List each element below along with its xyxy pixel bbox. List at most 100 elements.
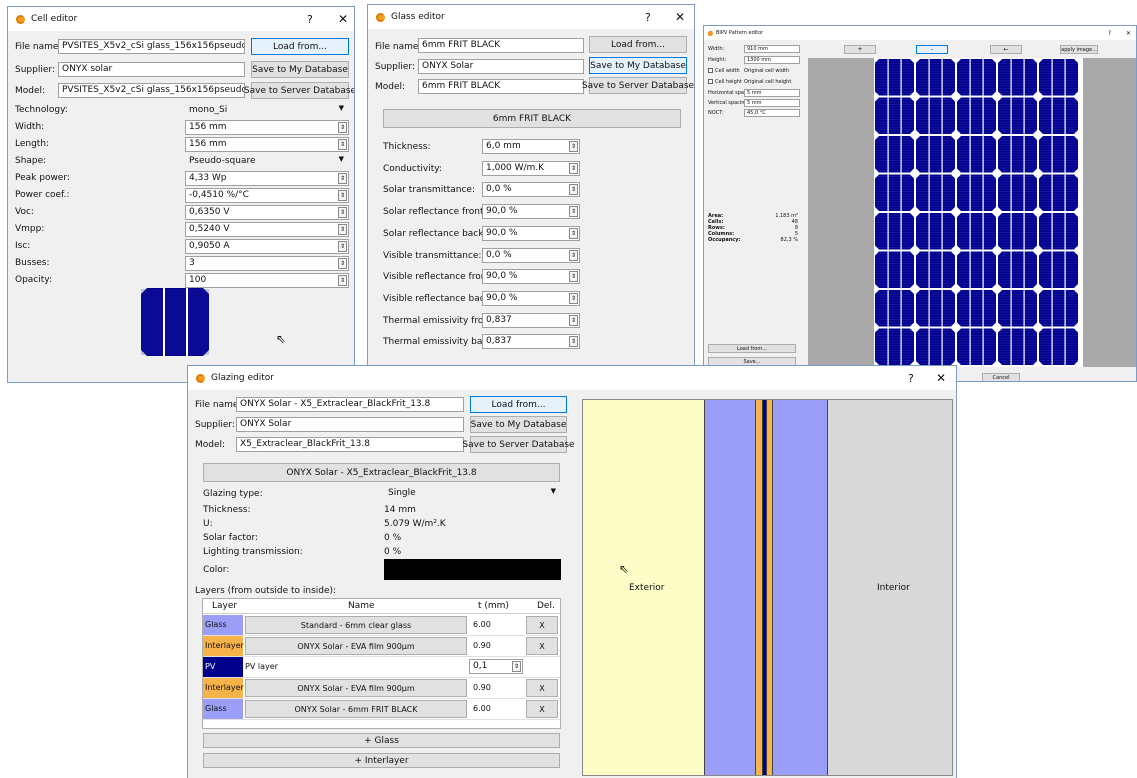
glazing-name-button[interactable]: ONYX Solar - X5_Extraclear_BlackFrit_13.… [203, 463, 560, 482]
close-icon[interactable]: ✕ [338, 12, 348, 26]
property-field[interactable]: 156 mm ⇕ [185, 120, 349, 135]
help-button[interactable]: ? [1108, 30, 1111, 37]
property-field[interactable]: 6,0 mm ⇕ [482, 139, 580, 154]
property-dropdown[interactable]: mono_Si ▼ [185, 103, 349, 118]
layer-name-cell[interactable]: PV layer [245, 662, 278, 671]
glass-editor-titlebar: Glass editor ? ✕ [368, 5, 694, 29]
close-icon[interactable]: ✕ [936, 371, 946, 385]
spinner-arrows-icon[interactable]: ⇕ [338, 224, 347, 235]
cancel-button[interactable]: Cancel [982, 373, 1020, 381]
spinner-arrows-icon[interactable]: ⇕ [338, 275, 347, 286]
model-field[interactable]: 6mm FRIT BLACK [418, 79, 584, 94]
layer-name-button[interactable]: Standard - 6mm clear glass [245, 616, 467, 634]
supplier-field[interactable]: ONYX Solar [236, 417, 464, 432]
spinner-arrows-icon[interactable]: ⇕ [569, 141, 578, 152]
layer-name-button[interactable]: ONYX Solar - EVA film 900µm [245, 637, 467, 655]
supplier-field[interactable]: ONYX solar [58, 62, 245, 77]
width-field[interactable]: 910 mm [744, 45, 800, 53]
file-name-field[interactable]: PVSITES_X5v2_cSi glass_156x156pseudo [58, 39, 245, 54]
save-my-database-button[interactable]: Save to My Database [470, 416, 567, 433]
load-from-button[interactable]: Load from... [708, 344, 796, 353]
layer-thickness-field[interactable]: 0,1 ⇕ [469, 659, 523, 674]
spinner-arrows-icon[interactable]: ⇕ [338, 122, 347, 133]
help-button[interactable]: ? [908, 372, 914, 385]
layer-name-button[interactable]: ONYX Solar - 6mm FRIT BLACK [245, 700, 467, 718]
spinner-arrows-icon[interactable]: ⇕ [569, 314, 578, 326]
load-from-button[interactable]: Load from... [589, 36, 687, 53]
spinner-arrows-icon[interactable]: ⇕ [338, 241, 347, 252]
pv-cell [1035, 247, 1082, 292]
add-interlayer-button[interactable]: + Interlayer [203, 753, 560, 768]
add-glass-button[interactable]: + Glass [203, 733, 560, 748]
save-my-database-button[interactable]: Save to My Database [251, 61, 349, 78]
property-field[interactable]: 156 mm ⇕ [185, 137, 349, 152]
spinner-arrows-icon[interactable]: ⇕ [338, 139, 347, 150]
model-field[interactable]: X5_Extraclear_BlackFrit_13.8 [236, 437, 464, 452]
property-field[interactable]: 90,0 % ⇕ [482, 269, 580, 285]
property-field[interactable]: 0,9050 A ⇕ [185, 239, 349, 254]
property-field[interactable]: 100 ⇕ [185, 273, 349, 288]
vertical-spacing-field[interactable]: 5 mm [744, 99, 800, 107]
spinner-arrows-icon[interactable]: ⇕ [569, 227, 578, 239]
load-from-button[interactable]: Load from... [251, 38, 349, 55]
spinner-arrows-icon[interactable]: ⇕ [338, 190, 347, 201]
back-button[interactable]: ← [990, 45, 1022, 54]
apply-image-button[interactable]: apply image... [1060, 45, 1098, 54]
cell-width-checkbox[interactable] [708, 68, 713, 73]
spinner-arrows-icon[interactable]: ⇕ [338, 258, 347, 269]
glazing-type-dropdown[interactable]: Single ▼ [384, 486, 561, 501]
spinner-arrows-icon[interactable]: ⇕ [569, 271, 578, 283]
pv-cell [994, 170, 1041, 215]
property-field[interactable]: 90,0 % ⇕ [482, 290, 580, 306]
property-label: Power coef.: [15, 190, 70, 200]
load-from-button[interactable]: Load from... [470, 396, 567, 413]
noct-field[interactable]: 45,0 °C [744, 109, 800, 117]
save-server-database-button[interactable]: Save to Server Database [582, 77, 694, 94]
save-my-database-button[interactable]: Save to My Database [589, 57, 687, 74]
zoom-out-button[interactable]: - [916, 45, 948, 54]
property-dropdown[interactable]: Pseudo-square ▼ [185, 154, 349, 169]
zoom-in-button[interactable]: + [844, 45, 876, 54]
spinner-arrows-icon[interactable]: ⇕ [569, 206, 578, 218]
property-field[interactable]: 90,0 % ⇕ [482, 204, 580, 220]
file-name-field[interactable]: ONYX Solar - X5_Extraclear_BlackFrit_13.… [236, 397, 464, 412]
property-field[interactable]: 90,0 % ⇕ [482, 225, 580, 241]
property-field[interactable]: 3 ⇕ [185, 256, 349, 271]
property-field[interactable]: 0,0 % ⇕ [482, 247, 580, 263]
property-field[interactable]: 0,837 ⇕ [482, 312, 580, 328]
close-icon[interactable]: ✕ [675, 10, 685, 24]
property-field[interactable]: -0,4510 %/°C ⇕ [185, 188, 349, 203]
supplier-field[interactable]: ONYX Solar [418, 59, 584, 74]
cell-height-checkbox[interactable] [708, 79, 713, 84]
delete-layer-button[interactable]: X [526, 616, 558, 634]
horizontal-spacing-field[interactable]: 5 mm [744, 89, 800, 97]
spinner-arrows-icon[interactable]: ⇕ [569, 336, 578, 348]
delete-layer-button[interactable]: X [526, 700, 558, 718]
property-field[interactable]: 0,837 ⇕ [482, 334, 580, 350]
model-field[interactable]: PVSITES_X5v2_cSi glass_156x156pseudo [58, 83, 245, 98]
spinner-arrows-icon[interactable]: ⇕ [569, 162, 578, 174]
spinner-arrows-icon[interactable]: ⇕ [512, 661, 521, 672]
save-server-database-button[interactable]: Save to Server Database [244, 82, 354, 99]
spinner-arrows-icon[interactable]: ⇕ [338, 207, 347, 218]
spinner-arrows-icon[interactable]: ⇕ [338, 173, 347, 184]
spinner-arrows-icon[interactable]: ⇕ [569, 184, 578, 196]
color-swatch[interactable] [384, 559, 561, 580]
file-name-field[interactable]: 6mm FRIT BLACK [418, 38, 584, 53]
help-button[interactable]: ? [307, 13, 313, 26]
property-field[interactable]: 0,6350 V ⇕ [185, 205, 349, 220]
height-field[interactable]: 1300 mm [744, 56, 800, 64]
property-field[interactable]: 1,000 W/m.K ⇕ [482, 160, 580, 176]
save-server-database-button[interactable]: Save to Server Database [462, 436, 575, 453]
close-icon[interactable]: ✕ [1126, 30, 1131, 37]
help-button[interactable]: ? [645, 11, 651, 24]
property-field[interactable]: 4,33 Wp ⇕ [185, 171, 349, 186]
property-field[interactable]: 0,5240 V ⇕ [185, 222, 349, 237]
material-name-button[interactable]: 6mm FRIT BLACK [383, 109, 681, 128]
layer-name-button[interactable]: ONYX Solar - EVA film 900µm [245, 679, 467, 697]
spinner-arrows-icon[interactable]: ⇕ [569, 249, 578, 261]
delete-layer-button[interactable]: X [526, 679, 558, 697]
property-field[interactable]: 0,0 % ⇕ [482, 182, 580, 198]
spinner-arrows-icon[interactable]: ⇕ [569, 292, 578, 304]
delete-layer-button[interactable]: X [526, 637, 558, 655]
